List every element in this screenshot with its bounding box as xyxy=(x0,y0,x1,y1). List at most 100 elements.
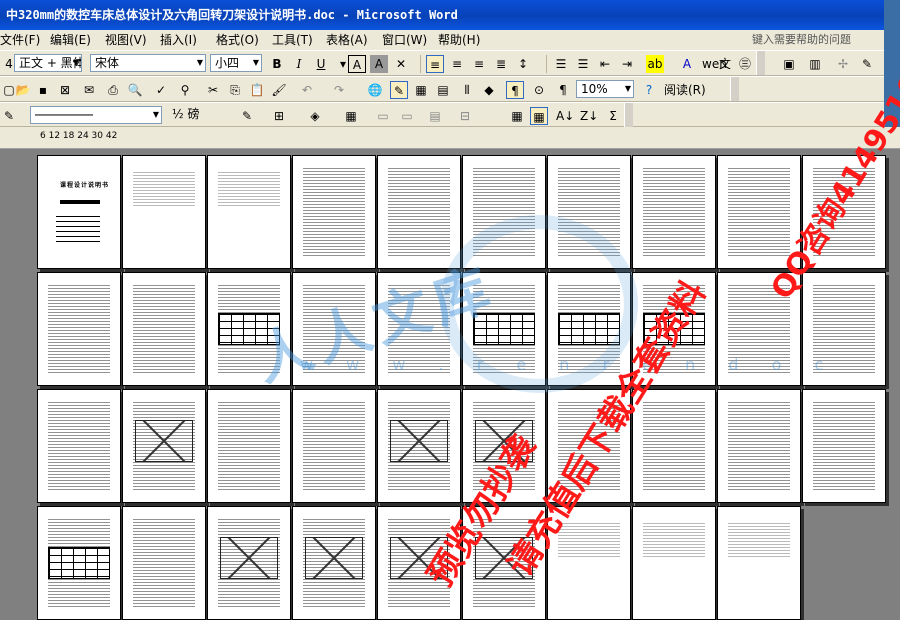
increase-indent-icon[interactable]: ⇥ xyxy=(618,55,636,73)
style-combo[interactable]: 正文 + 黑体 ▼ xyxy=(14,54,82,72)
undo-icon[interactable]: ↶ xyxy=(298,81,316,99)
highlight-icon[interactable]: ab xyxy=(646,55,664,73)
page-thumbnail[interactable] xyxy=(632,506,716,620)
menu-edit[interactable]: 编辑(E) xyxy=(50,30,91,50)
help-search-input[interactable]: 键入需要帮助的问题 xyxy=(752,30,882,50)
autosum-icon[interactable]: Σ xyxy=(604,107,622,125)
page-thumbnail[interactable] xyxy=(462,506,546,620)
open-icon[interactable]: 📂 xyxy=(14,81,32,99)
page-thumbnail[interactable] xyxy=(462,389,546,503)
page-thumbnail[interactable] xyxy=(377,272,461,386)
distribute-rows-icon[interactable]: ⊟ xyxy=(456,107,474,125)
menu-tools[interactable]: 工具(T) xyxy=(272,30,313,50)
page-thumbnail[interactable] xyxy=(632,389,716,503)
bold-button[interactable]: B xyxy=(268,55,286,73)
border-icon[interactable]: ⊞ xyxy=(270,107,288,125)
line-spacing-icon[interactable]: ↕ xyxy=(514,55,532,73)
page-thumbnail[interactable] xyxy=(717,272,801,386)
page-thumbnail[interactable] xyxy=(377,155,461,269)
menu-view[interactable]: 视图(V) xyxy=(105,30,147,50)
page-thumbnail[interactable] xyxy=(717,155,801,269)
line-style-combo[interactable]: ──────── ▼ xyxy=(30,106,162,124)
print-icon[interactable]: ⎙ xyxy=(104,81,122,99)
page-thumbnail[interactable] xyxy=(122,272,206,386)
split-cells-icon[interactable]: ▭ xyxy=(398,107,416,125)
distribute-icon[interactable]: ≣ xyxy=(492,55,510,73)
align-justify-icon[interactable]: ≡ xyxy=(426,55,444,73)
page-thumbnail[interactable] xyxy=(802,272,886,386)
page-thumbnail[interactable] xyxy=(377,506,461,620)
page-thumbnail[interactable] xyxy=(292,272,376,386)
show-formatting-icon[interactable]: ¶ xyxy=(506,81,524,99)
copy-icon[interactable]: ⎘ xyxy=(226,81,244,99)
char-scale-icon[interactable]: ✕ xyxy=(392,55,410,73)
page-thumbnail[interactable] xyxy=(37,272,121,386)
ruler[interactable]: 6 12 18 24 30 42 xyxy=(0,127,900,149)
draw-icon[interactable]: ✎ xyxy=(858,55,876,73)
page-thumbnail[interactable] xyxy=(717,389,801,503)
compare-icon[interactable]: ▥ xyxy=(806,55,824,73)
menu-table[interactable]: 表格(A) xyxy=(326,30,368,50)
pinyin-guide-button[interactable]: 文 xyxy=(716,55,734,73)
page-thumbnail[interactable] xyxy=(632,155,716,269)
page-thumbnail[interactable] xyxy=(547,272,631,386)
paragraph-mark-icon[interactable]: ¶ xyxy=(554,81,572,99)
menu-insert[interactable]: 插入(I) xyxy=(160,30,197,50)
numbering-icon[interactable]: ☰ xyxy=(552,55,570,73)
page-thumbnail[interactable] xyxy=(292,506,376,620)
tables-borders-icon[interactable]: ✎ xyxy=(390,81,408,99)
page-thumbnail[interactable] xyxy=(292,389,376,503)
toolbar-options-icon[interactable] xyxy=(756,51,765,75)
bullets-icon[interactable]: ☰ xyxy=(574,55,592,73)
pin-icon[interactable]: ✢ xyxy=(834,55,852,73)
research-icon[interactable]: ⚲ xyxy=(176,81,194,99)
page-thumbnail[interactable] xyxy=(207,506,291,620)
page-thumbnail[interactable] xyxy=(547,389,631,503)
page-thumbnail[interactable] xyxy=(717,506,801,620)
show-gridlines-icon[interactable]: ▦ xyxy=(530,107,548,125)
page-thumbnail[interactable] xyxy=(122,389,206,503)
insert-excel-icon[interactable]: ▤ xyxy=(434,81,452,99)
page-thumbnail[interactable] xyxy=(802,155,886,269)
menu-file[interactable]: 文件(F) xyxy=(0,30,40,50)
page-thumbnail[interactable] xyxy=(377,389,461,503)
help-icon[interactable]: ? xyxy=(640,81,658,99)
save-icon[interactable]: ▪ xyxy=(34,81,52,99)
document-area[interactable]: 课程设计说明书 xyxy=(0,149,900,620)
sort-ascending-icon[interactable]: A↓ xyxy=(556,107,574,125)
font-color-button[interactable]: A xyxy=(678,55,696,73)
hyperlink-icon[interactable]: 🌐 xyxy=(366,81,384,99)
page-thumbnail[interactable] xyxy=(122,155,206,269)
font-combo[interactable]: 宋体 ▼ xyxy=(90,54,206,72)
cut-icon[interactable]: ✂ xyxy=(204,81,222,99)
menu-window[interactable]: 窗口(W) xyxy=(382,30,427,50)
insert-table-menu-icon[interactable]: ▦ xyxy=(342,107,360,125)
align-center-icon[interactable]: ≡ xyxy=(448,55,466,73)
shading-icon[interactable]: ◈ xyxy=(306,107,324,125)
size-combo[interactable]: 小四 ▼ xyxy=(210,54,262,72)
page-thumbnail[interactable] xyxy=(547,506,631,620)
line-weight-combo[interactable]: ½ 磅 xyxy=(168,106,232,124)
page-thumbnail[interactable] xyxy=(802,389,886,503)
email-icon[interactable]: ✉ xyxy=(80,81,98,99)
drawing-icon[interactable]: ◆ xyxy=(480,81,498,99)
page-thumbnail[interactable] xyxy=(462,272,546,386)
page-thumbnail[interactable] xyxy=(122,506,206,620)
page-thumbnail[interactable] xyxy=(207,155,291,269)
page-thumbnail[interactable] xyxy=(207,272,291,386)
paste-icon[interactable]: 📋 xyxy=(248,81,266,99)
enclose-char-icon[interactable]: ㊂ xyxy=(736,55,754,73)
page-thumbnail[interactable] xyxy=(37,389,121,503)
sort-descending-icon[interactable]: Z↓ xyxy=(580,107,598,125)
page-thumbnail[interactable] xyxy=(292,155,376,269)
spelling-icon[interactable]: ✓ xyxy=(152,81,170,99)
merge-cells-icon[interactable]: ▭ xyxy=(374,107,392,125)
redo-icon[interactable]: ↷ xyxy=(330,81,348,99)
document-map-icon[interactable]: ▣ xyxy=(780,55,798,73)
align-cell-icon[interactable]: ▤ xyxy=(426,107,444,125)
table-autoformat-icon[interactable]: ▦ xyxy=(508,107,526,125)
align-right-icon[interactable]: ≡ xyxy=(470,55,488,73)
page-thumbnail[interactable] xyxy=(632,272,716,386)
permission-icon[interactable]: ⊠ xyxy=(56,81,74,99)
menu-help[interactable]: 帮助(H) xyxy=(438,30,480,50)
